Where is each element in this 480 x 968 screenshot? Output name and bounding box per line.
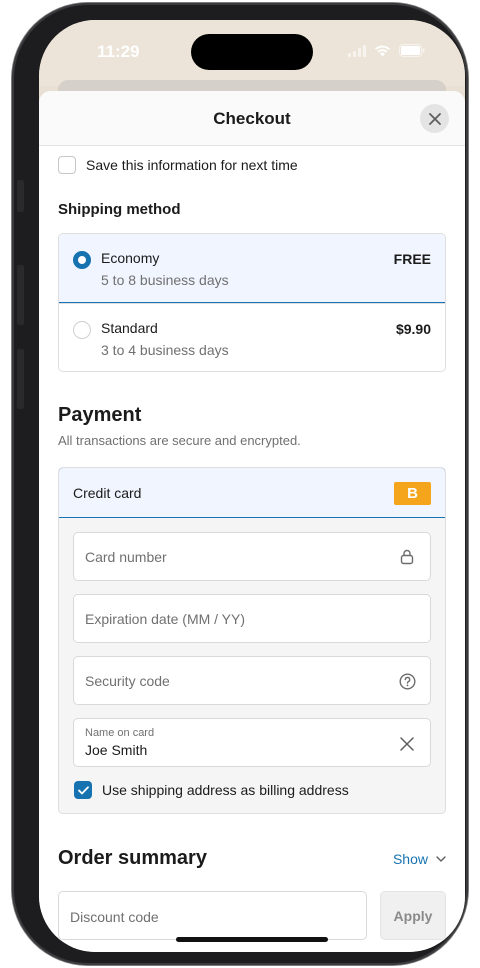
shipping-option-price: FREE (393, 251, 431, 267)
shipping-option-price: $9.90 (395, 321, 431, 337)
phone-screen: 11:29 Checkout Save this information for… (39, 20, 465, 952)
security-code-field[interactable]: Security code (73, 656, 431, 705)
name-on-card-field[interactable]: Name on card Joe Smith (73, 718, 431, 767)
billing-address-label: Use shipping address as billing address (102, 782, 349, 798)
checkout-sheet: Checkout Save this information for next … (39, 91, 465, 952)
phone-frame: 11:29 Checkout Save this information for… (12, 3, 468, 965)
order-summary-toggle[interactable]: Show (393, 851, 446, 867)
side-button-volume-down (17, 349, 24, 409)
payment-title: Payment (58, 404, 142, 426)
card-number-placeholder: Card number (85, 549, 167, 565)
chevron-down-icon (436, 856, 446, 862)
shipping-option-economy[interactable]: Economy 5 to 8 business days FREE (59, 234, 445, 303)
shipping-option-subtitle: 5 to 8 business days (101, 272, 229, 288)
payment-method-credit-card[interactable]: Credit card B (59, 468, 445, 518)
card-number-field[interactable]: Card number (73, 532, 431, 581)
wifi-icon (374, 44, 391, 57)
sheet-header: Checkout (39, 91, 465, 146)
status-bar: 11:29 (39, 20, 465, 86)
save-info-row[interactable]: Save this information for next time (58, 156, 298, 174)
status-time: 11:29 (97, 42, 140, 61)
expiration-date-placeholder: Expiration date (MM / YY) (85, 611, 246, 627)
shipping-option-name: Economy (101, 250, 160, 266)
payment-method-label: Credit card (73, 485, 142, 501)
payment-box: Credit card B Card number Expiration dat… (58, 467, 446, 814)
home-indicator (176, 937, 328, 942)
checkmark-icon (77, 785, 89, 794)
shipping-option-standard[interactable]: Standard 3 to 4 business days $9.90 (59, 303, 445, 371)
name-on-card-label: Name on card (85, 727, 155, 739)
card-brand-badge: B (394, 482, 431, 505)
close-icon (428, 112, 441, 125)
save-info-label: Save this information for next time (86, 157, 298, 173)
shipping-method-title: Shipping method (58, 201, 181, 218)
lock-icon (398, 548, 416, 566)
order-summary-title: Order summary (58, 847, 207, 869)
apply-button[interactable]: Apply (380, 891, 446, 940)
expiration-date-field[interactable]: Expiration date (MM / YY) (73, 594, 431, 643)
sheet-title: Checkout (213, 109, 291, 128)
radio-standard[interactable] (73, 321, 91, 339)
dynamic-island (191, 34, 313, 70)
side-button-silent (17, 180, 24, 212)
signal-icon (348, 44, 366, 57)
shipping-option-name: Standard (101, 320, 158, 336)
security-code-placeholder: Security code (85, 673, 170, 689)
help-circle-icon[interactable] (398, 672, 416, 690)
shipping-options: Economy 5 to 8 business days FREE Standa… (58, 233, 446, 372)
shipping-option-subtitle: 3 to 4 business days (101, 342, 229, 358)
side-button-volume-up (17, 265, 24, 325)
name-on-card-value: Joe Smith (85, 742, 148, 758)
save-info-checkbox[interactable] (58, 156, 76, 174)
payment-subtitle: All transactions are secure and encrypte… (58, 433, 301, 448)
order-summary-toggle-label: Show (392, 851, 428, 867)
clear-icon[interactable] (398, 735, 416, 753)
close-button[interactable] (420, 104, 449, 133)
discount-code-field[interactable]: Discount code (58, 891, 367, 940)
discount-code-placeholder: Discount code (70, 909, 159, 925)
battery-icon (399, 44, 425, 57)
billing-address-row[interactable]: Use shipping address as billing address (74, 781, 349, 799)
radio-economy[interactable] (73, 251, 91, 269)
status-icons (348, 44, 425, 57)
billing-address-checkbox[interactable] (74, 781, 92, 799)
